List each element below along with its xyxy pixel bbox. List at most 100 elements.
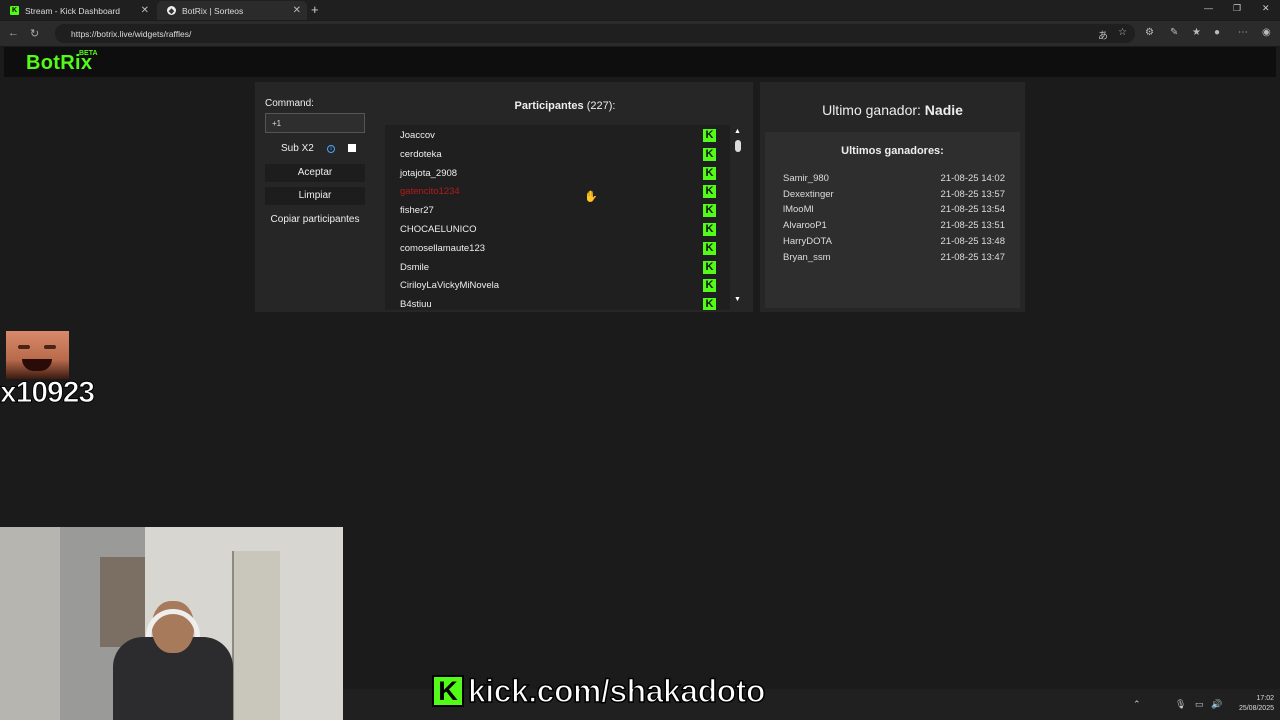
participants-list[interactable]: Joaccov Kcerdoteka Kjotajota_2908 Kgatencit… (385, 125, 730, 310)
taskbar-clock[interactable]: 17:02 25/08/2025 (1229, 694, 1274, 714)
network-icon[interactable]: ▭ (1195, 699, 1204, 710)
volume-icon[interactable]: 🔊 (1211, 699, 1222, 710)
pin-icon[interactable]: ✎ (1170, 27, 1178, 38)
winner-row: Samir_980 21-08-25 14:02 (783, 173, 1005, 188)
translate-icon[interactable]: あ (1098, 27, 1108, 42)
extensions-icon[interactable]: ⚙ (1145, 27, 1154, 38)
kick-badge-icon: K (703, 279, 716, 293)
favorite-icon[interactable]: ☆ (1118, 27, 1127, 38)
participant-name: Dsmile (400, 261, 430, 273)
kick-badge-icon: K (703, 147, 716, 161)
url-field[interactable]: https://botrix.live/widgets/raffles/ (55, 24, 1135, 43)
participants-scrollbar[interactable]: ▲ ▼ (732, 128, 744, 308)
participant-name: CiriloyLaVickyMiNovela (400, 280, 500, 292)
winner-row: Bryan_ssm 21-08-25 13:47 (783, 252, 1005, 267)
participant-name: comosellamaute123 (400, 242, 486, 254)
winner-name: Bryan_ssm (783, 251, 831, 263)
participant-name: jotajota_2908 (400, 167, 458, 179)
menu-icon[interactable]: ⋯ (1238, 27, 1248, 38)
scroll-thumb[interactable] (735, 140, 741, 152)
winner-date: 21-08-25 14:02 (940, 173, 1005, 184)
kick-url-text: kick.com/shakadoto (467, 672, 766, 710)
kick-badge-icon: K (703, 185, 716, 199)
webcam-door (232, 551, 280, 720)
kick-badge-icon: K (703, 260, 716, 274)
command-input[interactable] (265, 113, 365, 133)
back-icon[interactable]: ← (8, 27, 19, 39)
participant-row: CHOCAELUNICO K (385, 219, 730, 238)
winner-name: Dexextinger (783, 188, 834, 200)
emote-eye (18, 345, 30, 349)
copilot-icon[interactable]: ◉ (1262, 27, 1271, 38)
winner-date: 21-08-25 13:54 (940, 204, 1005, 216)
scroll-down-icon[interactable]: ▼ (734, 296, 741, 303)
kick-url-banner: K kick.com/shakadoto (432, 672, 766, 710)
participant-row: Joaccov K (385, 125, 730, 144)
participant-name: gatencito1234 (400, 186, 460, 198)
accept-button[interactable]: Aceptar (265, 164, 365, 182)
last-winner-value: Nadie (924, 102, 963, 118)
tab-botrix-sorteos[interactable]: ◆ BotRix | Sorteos ✕ (157, 1, 307, 20)
webcam-shelf (0, 527, 60, 720)
beta-badge: BETA (79, 50, 98, 57)
kick-badge-icon: K (703, 241, 716, 255)
clock-time: 17:02 (1256, 695, 1274, 702)
kick-icon: K (10, 6, 19, 15)
close-window-icon[interactable]: ✕ (1262, 3, 1270, 14)
kick-badge-icon: K (703, 129, 716, 142)
emote-eye (44, 345, 56, 349)
profile-icon[interactable]: ● (1214, 27, 1220, 38)
participant-name: B4stiuu (400, 299, 432, 310)
tab-label: Stream - Kick Dashboard (25, 5, 120, 16)
kick-badge-icon: K (703, 223, 716, 236)
copy-participants-button[interactable]: Copiar participantes (265, 211, 365, 229)
participant-name: fisher27 (400, 205, 434, 217)
tab-label: BotRix | Sorteos (182, 5, 244, 16)
winner-row: HarryDOTA 21-08-25 13:48 (783, 236, 1005, 251)
scroll-up-icon[interactable]: ▲ (734, 128, 741, 135)
winner-name: AlvarooP1 (783, 220, 827, 232)
participant-name: CHOCAELUNICO (400, 224, 477, 235)
clear-button[interactable]: Limpiar (265, 187, 365, 205)
address-bar-row: ← ↻ https://botrix.live/widgets/raffles/… (0, 21, 1280, 46)
mouse-cursor-icon: ✋ (584, 191, 598, 203)
tab-kick-dashboard[interactable]: K Stream - Kick Dashboard ✕ (0, 1, 155, 20)
close-tab-icon[interactable]: ✕ (141, 5, 149, 16)
browser-tab-bar: K Stream - Kick Dashboard ✕ ◆ BotRix | S… (0, 0, 1280, 20)
reload-icon[interactable]: ↻ (30, 27, 39, 40)
sub-x2-checkbox[interactable] (348, 144, 356, 152)
site-header: BotRix BETA (4, 47, 1276, 77)
clock-date: 25/08/2025 (1238, 705, 1274, 712)
participant-row: comosellamaute123 K (385, 238, 730, 257)
winners-list-box: Ultimos ganadores: Samir_980 21-08-25 14:… (765, 132, 1020, 308)
new-tab-icon[interactable]: + (311, 2, 319, 17)
emote-image (6, 331, 69, 379)
participant-row: CiriloyLaVickyMiNovela K (385, 275, 730, 294)
close-tab-icon[interactable]: ✕ (293, 5, 301, 16)
participants-title-text: Participantes (514, 100, 584, 112)
minimize-icon[interactable]: — (1204, 3, 1213, 13)
maximize-icon[interactable]: ❐ (1233, 3, 1241, 14)
microphone-icon[interactable]: 🎙 (1175, 699, 1186, 710)
overlay-counter: x10923 (0, 376, 96, 410)
winner-date: 21-08-25 13:57 (940, 188, 1005, 200)
webcam-feed (0, 527, 343, 720)
command-label: Command: (265, 98, 314, 109)
participant-row: B4stiuu K (385, 294, 730, 310)
winner-row: Dexextinger 21-08-25 13:57 (783, 189, 1005, 204)
participant-row: fisher27 K (385, 200, 730, 219)
favorites-bar-icon[interactable]: ★ (1192, 27, 1201, 38)
winner-date: 21-08-25 13:51 (940, 220, 1005, 232)
winners-list-title: Ultimos ganadores: (841, 145, 944, 157)
last-winner-label: Ultimo ganador: (822, 102, 921, 118)
info-icon[interactable]: i (327, 145, 335, 153)
participants-count: (227): (586, 100, 616, 112)
winner-name: Samir_980 (783, 173, 829, 184)
participant-name: cerdoteka (400, 148, 442, 160)
winner-row: lMooMl 21-08-25 13:54 (783, 204, 1005, 219)
winner-row: AlvarooP1 21-08-25 13:51 (783, 220, 1005, 235)
tray-chevron-icon[interactable]: ⌃ (1133, 699, 1141, 710)
participant-name: Joaccov (400, 130, 435, 141)
raffle-panel: Command: Sub X2 i Aceptar Limpiar Copiar… (255, 82, 753, 312)
kick-badge-icon: K (703, 166, 716, 180)
